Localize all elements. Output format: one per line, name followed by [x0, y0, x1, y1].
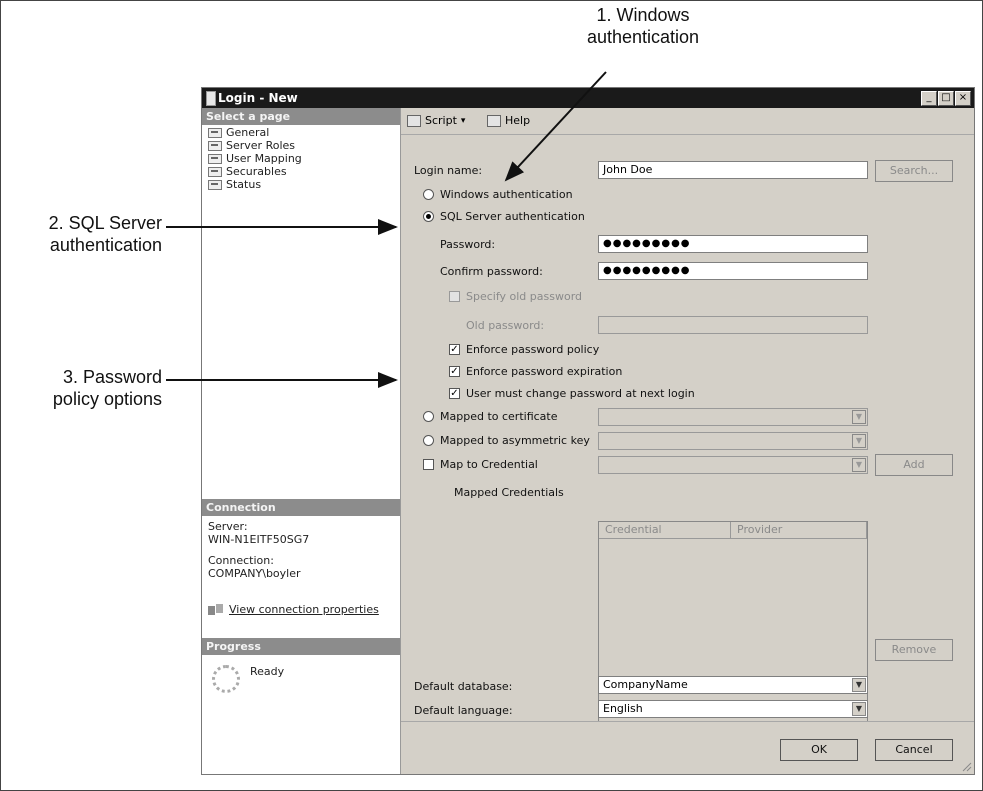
arrow-windows-authentication	[504, 71, 607, 182]
callout-arrows	[166, 71, 607, 388]
